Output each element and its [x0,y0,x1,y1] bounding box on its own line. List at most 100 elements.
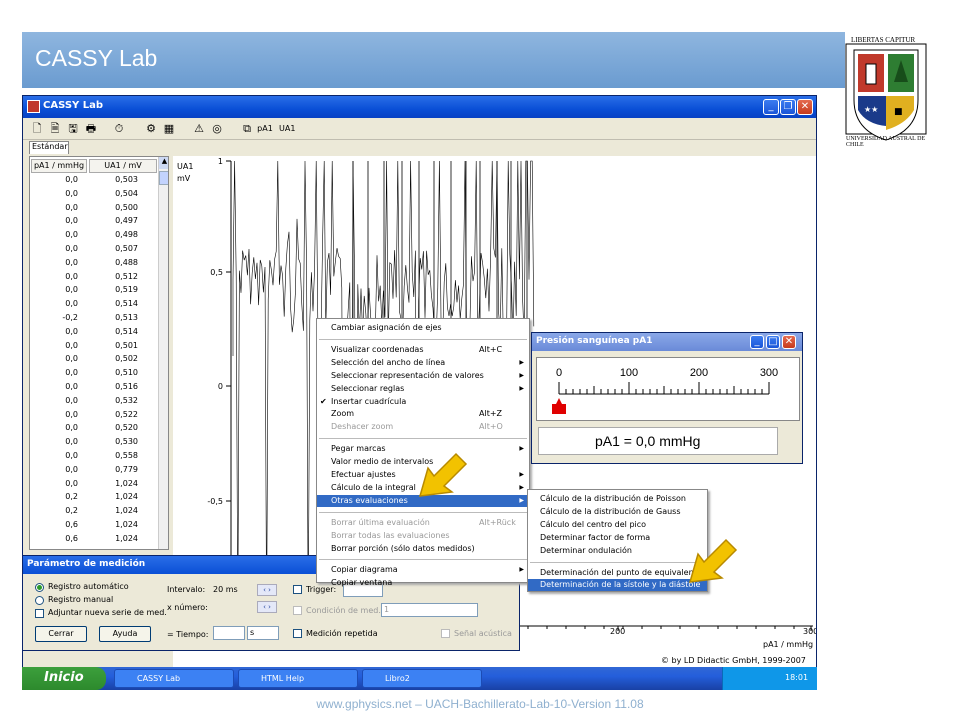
gauge-minimize-button[interactable]: _ [750,335,764,349]
close-dialog-button[interactable]: Cerrar [35,626,87,642]
table-header-pa1[interactable]: pA1 / mmHg [31,159,87,173]
arrow-pointer-2 [688,538,738,583]
new-file-icon[interactable]: 🗋 [29,121,45,137]
scroll-thumb[interactable] [159,171,168,185]
menu-item[interactable]: Zoom Alt+Z [317,408,529,420]
menu-item[interactable]: Copiar diagrama ▶ [317,564,529,576]
menu-item[interactable]: Borrar todas las evaluaciones [317,530,529,542]
table-row[interactable]: 0,0 0,500 [30,203,158,217]
table-row[interactable]: 0,6 1,024 [30,520,158,534]
menu-item[interactable]: Selección del ancho de línea ▶ [317,357,529,369]
table-icon[interactable]: ▦ [161,121,177,137]
checkbox-new-series[interactable] [35,609,44,618]
gauge-close-button[interactable]: ✕ [782,335,796,349]
table-row[interactable]: 0,0 0,519 [30,285,158,299]
maximize-button[interactable]: ❐ [780,99,796,115]
table-row[interactable]: 0,0 0,507 [30,244,158,258]
table-row[interactable]: 0,0 0,488 [30,258,158,272]
menu-item[interactable]: Borrar última evaluación Alt+Rück [317,517,529,529]
copyright: © by LD Didactic GmbH, 1999-2007 [661,656,806,665]
ua1-display-icon[interactable]: UA1 [279,121,295,137]
menu-separator [530,561,705,563]
table-row[interactable]: 0,2 1,024 [30,492,158,506]
help-button[interactable]: Ayuda [99,626,151,642]
table-row[interactable]: 0,0 0,497 [30,216,158,230]
close-button[interactable]: ✕ [797,99,813,115]
print-icon[interactable]: 🖶 [83,121,99,137]
y-tick-label: 1 [218,157,223,166]
menu-item[interactable]: Cálculo de la distribución de Poisson [528,493,707,505]
warning-icon[interactable]: ⚠ [191,121,207,137]
table-row[interactable]: 0,0 0,522 [30,410,158,424]
table-row[interactable]: 0,0 0,520 [30,423,158,437]
menu-item[interactable]: Cálculo de la distribución de Gauss [528,506,707,518]
gauge-tick-label: 200 [690,367,708,379]
submenu-arrow-icon: ▶ [519,384,524,392]
task-html-help[interactable]: HTML Help [238,669,358,688]
condition-checkbox[interactable] [293,606,302,615]
time-input[interactable] [213,626,245,640]
table-row[interactable]: -0,2 0,513 [30,313,158,327]
minimize-button[interactable]: _ [763,99,779,115]
menu-item[interactable]: Determinación del punto de equivalencia [528,567,707,579]
interval-spinner[interactable]: ‹ › [257,584,277,596]
table-row[interactable]: 0,0 0,504 [30,189,158,203]
menu-item[interactable]: Determinar ondulación [528,545,707,557]
table-row[interactable]: 0,0 0,498 [30,230,158,244]
menu-item[interactable]: Copiar ventana [317,577,529,589]
menu-item-label: Seleccionar reglas [331,383,405,393]
table-row[interactable]: 0,0 0,530 [30,437,158,451]
pa1-display-icon[interactable]: pA1 [257,121,273,137]
stopwatch-icon[interactable]: ⏱ [111,121,127,137]
scroll-up-icon[interactable]: ▲ [159,157,168,169]
gauge-icon[interactable]: ◎ [209,121,225,137]
tab-standard[interactable]: Estándar [29,141,69,154]
open-file-icon[interactable]: 🗎 [47,121,63,137]
menu-item[interactable]: Seleccionar reglas ▶ [317,383,529,395]
menu-item[interactable]: Insertar cuadrícula ✔ [317,396,529,408]
table-row[interactable]: 0,0 0,502 [30,354,158,368]
trigger-checkbox[interactable] [293,585,302,594]
menu-item-label: Cálculo de la distribución de Poisson [540,494,686,503]
table-row[interactable]: 0,0 0,516 [30,382,158,396]
table-row[interactable]: 0,6 1,024 [30,534,158,548]
table-scrollbar[interactable]: ▲ [158,157,168,549]
menu-separator [319,338,527,340]
save-file-icon[interactable]: 🖫 [65,121,81,137]
xnum-spinner[interactable]: ‹ › [257,601,277,613]
table-row[interactable]: 0,0 0,510 [30,368,158,382]
y-tick-label: 0,5 [210,268,223,277]
submenu-arrow-icon: ▶ [519,371,524,379]
repeat-checkbox[interactable] [293,629,302,638]
task-cassy-lab[interactable]: CASSY Lab [114,669,234,688]
settings-icon[interactable]: ⚙ [143,121,159,137]
table-header-ua1[interactable]: UA1 / mV [89,159,157,173]
table-row[interactable]: 0,0 0,501 [30,341,158,355]
menu-item[interactable]: Cálculo del centro del pico [528,519,707,531]
radio-auto[interactable] [35,583,44,592]
condition-input[interactable]: 1 [381,603,478,617]
time-unit-select[interactable]: s [247,626,279,640]
table-row[interactable]: 0,0 0,532 [30,396,158,410]
task-libro2[interactable]: Libro2 [362,669,482,688]
start-button[interactable]: Inicio [22,667,106,690]
menu-item[interactable]: Cambiar asignación de ejes [317,322,529,334]
radio-manual[interactable] [35,596,44,605]
menu-item[interactable]: Seleccionar representación de valores ▶ [317,370,529,382]
table-row[interactable]: 0,0 0,558 [30,451,158,465]
table-row[interactable]: 0,0 0,503 [30,175,158,189]
menu-item[interactable]: Borrar porción (sólo datos medidos) [317,543,529,555]
table-row[interactable]: 0,0 0,512 [30,272,158,286]
table-row[interactable]: 0,0 0,514 [30,299,158,313]
menu-item[interactable]: Visualizar coordenadas Alt+C [317,344,529,356]
table-row[interactable]: 0,2 1,024 [30,506,158,520]
menu-item[interactable]: Determinación de la sístole y la diástol… [528,579,707,592]
gauge-maximize-button[interactable]: □ [766,335,780,349]
table-row[interactable]: 0,0 0,514 [30,327,158,341]
table-row[interactable]: 0,0 0,779 [30,465,158,479]
table-row[interactable]: 0,0 1,024 [30,479,158,493]
acoustic-checkbox[interactable] [441,629,450,638]
windows-icon[interactable]: ⧉ [239,121,255,137]
menu-item[interactable]: Determinar factor de forma [528,532,707,544]
menu-item[interactable]: Deshacer zoom Alt+O [317,421,529,433]
